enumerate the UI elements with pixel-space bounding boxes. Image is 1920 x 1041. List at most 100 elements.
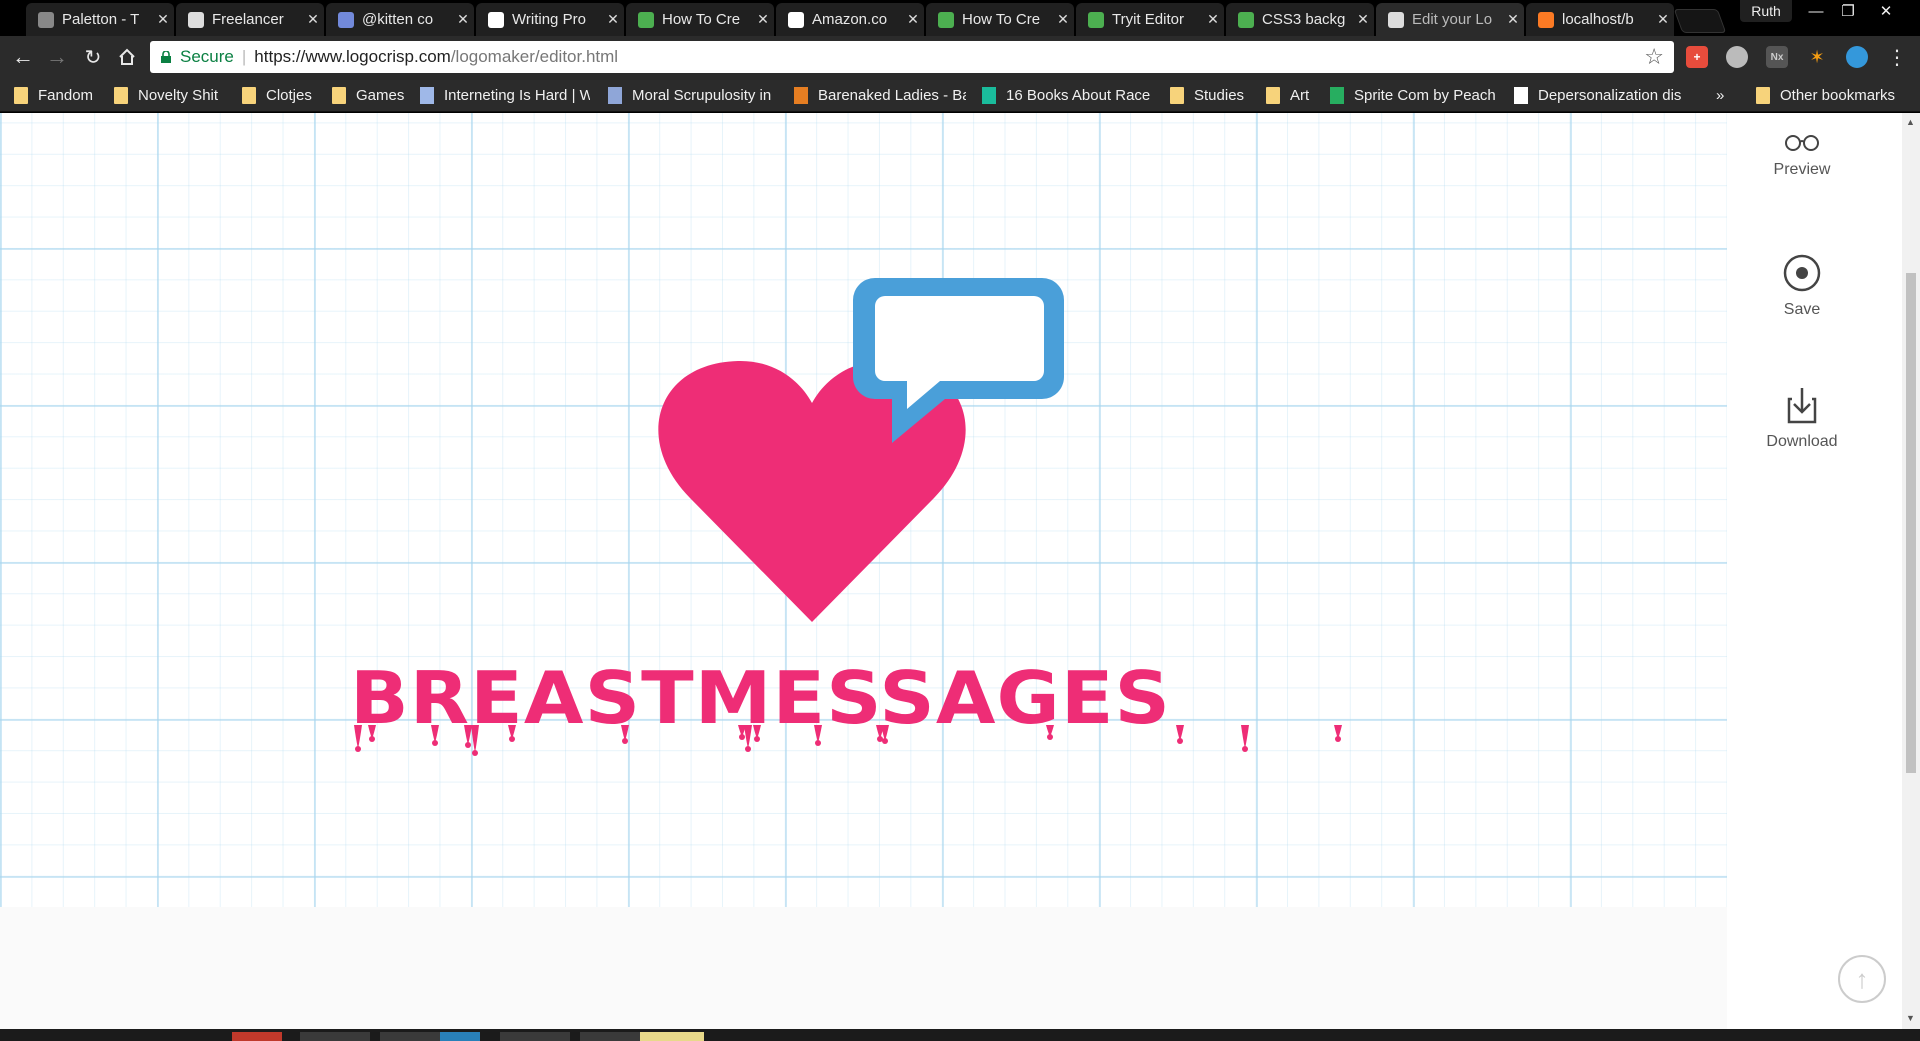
drip-drop [882, 738, 888, 744]
bookmark-star-icon[interactable]: ☆ [1644, 44, 1664, 70]
bookmark-item[interactable]: Art [1266, 78, 1318, 112]
scroll-to-top-button[interactable]: ↑ [1838, 955, 1886, 1003]
tab-title: @kitten co [362, 11, 434, 28]
bookmark-label: Clotjes [266, 86, 312, 104]
scroll-up-icon[interactable]: ▲ [1906, 117, 1915, 127]
download-label: Download [1766, 433, 1838, 450]
restore-icon[interactable]: ❐ [1832, 0, 1864, 22]
download-button[interactable]: Download [1727, 385, 1877, 451]
bookmark-item[interactable]: Moral Scrupulosity in [608, 78, 784, 112]
close-tab-icon[interactable]: ✕ [152, 11, 174, 28]
home-button[interactable] [112, 42, 142, 72]
drip-drop [1335, 736, 1341, 742]
sprite-icon [1330, 86, 1344, 104]
scroll-down-icon[interactable]: ▼ [1906, 1013, 1915, 1023]
profile-button[interactable]: Ruth [1740, 0, 1792, 22]
discord-icon [338, 11, 354, 28]
bookmark-label: Barenaked Ladies - Ba [818, 86, 966, 104]
other-bookmarks-label: Other bookmarks [1780, 86, 1896, 104]
tab-title: CSS3 backg [1262, 11, 1346, 28]
bookmark-label: Novelty Shit [138, 86, 219, 104]
tab-5[interactable]: How To Cre ✕ [626, 3, 774, 36]
drip-drop [432, 740, 438, 746]
bookmark-item[interactable]: 16 Books About Race [982, 78, 1154, 112]
browser-toolbar: ← → ↻ Secure | https://www.logocrisp.com… [0, 36, 1920, 78]
close-tab-icon[interactable]: ✕ [1652, 11, 1674, 28]
extension-globe-icon[interactable] [1726, 46, 1748, 68]
folder-icon [242, 86, 256, 104]
bookmark-item[interactable]: Barenaked Ladies - Ba [794, 78, 966, 112]
extension-plus-icon[interactable]: + [1686, 46, 1708, 68]
menu-icon[interactable]: ⋮ [1882, 42, 1912, 72]
tab-1[interactable]: Paletton - T ✕ [26, 3, 174, 36]
xampp-icon [1538, 11, 1554, 28]
address-bar[interactable]: Secure | https://www.logocrisp.com /logo… [150, 41, 1674, 73]
taskbar-item[interactable] [640, 1032, 704, 1041]
bookmark-item[interactable]: Interneting Is Hard | W [420, 78, 590, 112]
close-tab-icon[interactable]: ✕ [1352, 11, 1374, 28]
secure-label: Secure [180, 47, 234, 66]
bookmark-label: Depersonalization dis [1538, 86, 1682, 104]
bookmark-item[interactable]: Depersonalization dis [1514, 78, 1698, 112]
tab-10[interactable]: Edit your Lo ✕ [1376, 3, 1524, 36]
drip-drop [754, 736, 760, 742]
home-icon [119, 48, 135, 65]
tab-6[interactable]: Amazon.co ✕ [776, 3, 924, 36]
save-button[interactable]: Save [1727, 253, 1877, 319]
forward-button[interactable]: → [42, 42, 72, 72]
close-tab-icon[interactable]: ✕ [452, 11, 474, 28]
extension-owl-icon[interactable] [1846, 46, 1868, 68]
amazon-icon [788, 11, 804, 28]
taskbar-item[interactable] [440, 1032, 480, 1041]
tab-7[interactable]: How To Cre ✕ [926, 3, 1074, 36]
close-tab-icon[interactable]: ✕ [752, 11, 774, 28]
tab-2[interactable]: Freelancer ✕ [176, 3, 324, 36]
close-tab-icon[interactable]: ✕ [302, 11, 324, 28]
minimize-icon[interactable]: — [1800, 0, 1832, 22]
bookmarks-bar: Fandom Novelty Shit Clotjes Games Internetin… [0, 78, 1920, 112]
drip-mark [354, 725, 362, 749]
bookmark-item[interactable]: Clotjes [242, 78, 320, 112]
tab-8[interactable]: Tryit Editor ✕ [1076, 3, 1224, 36]
taskbar-item[interactable] [300, 1032, 370, 1041]
bookmark-item[interactable]: Fandom [14, 78, 100, 112]
close-tab-icon[interactable]: ✕ [1502, 11, 1524, 28]
bnl-icon [794, 86, 808, 104]
tab-3[interactable]: @kitten co ✕ [326, 3, 474, 36]
reload-button[interactable]: ↻ [78, 42, 108, 72]
new-tab-button[interactable] [1673, 9, 1727, 33]
close-window-icon[interactable]: ✕ [1870, 0, 1902, 22]
bookmark-item[interactable]: Novelty Shit [114, 78, 230, 112]
download-icon [1787, 388, 1817, 424]
close-tab-icon[interactable]: ✕ [602, 11, 624, 28]
bookmark-item[interactable]: Games [332, 78, 410, 112]
tab-9[interactable]: CSS3 backg ✕ [1226, 3, 1374, 36]
close-tab-icon[interactable]: ✕ [1202, 11, 1224, 28]
tab-4[interactable]: Writing Pro ✕ [476, 3, 624, 36]
extension-flame-icon[interactable]: ✶ [1806, 46, 1828, 68]
folder-icon [114, 86, 128, 104]
drip-drop [815, 740, 821, 746]
drip-drop [369, 736, 375, 742]
extension-nx-icon[interactable]: Nx [1766, 46, 1788, 68]
taskbar-chrome-item[interactable] [232, 1032, 282, 1041]
bookmark-item[interactable]: Sprite Com by Peach [1330, 78, 1500, 112]
editor-side-panel: Preview Save Download [1727, 113, 1902, 1029]
bookmark-item[interactable]: Studies [1170, 78, 1252, 112]
w3-icon [638, 11, 654, 28]
back-button[interactable]: ← [8, 42, 38, 72]
tab-title: localhost/b [1562, 11, 1634, 28]
close-tab-icon[interactable]: ✕ [902, 11, 924, 28]
preview-button[interactable]: Preview [1727, 131, 1877, 179]
bookmark-label: Games [356, 86, 405, 104]
logo-canvas[interactable]: BREASTMESSAGES [0, 113, 1727, 907]
close-tab-icon[interactable]: ✕ [1052, 11, 1074, 28]
tab-11[interactable]: localhost/b ✕ [1526, 3, 1674, 36]
bookmarks-overflow-button[interactable]: » [1716, 78, 1736, 112]
page-scrollbar[interactable]: ▲ ▼ [1902, 113, 1920, 1029]
reddit-icon [488, 11, 504, 28]
taskbar-item[interactable] [500, 1032, 570, 1041]
url-domain: https://www.logocrisp.com [254, 47, 451, 66]
scrollbar-thumb[interactable] [1906, 273, 1916, 773]
other-bookmarks-button[interactable]: Other bookmarks [1756, 78, 1895, 112]
